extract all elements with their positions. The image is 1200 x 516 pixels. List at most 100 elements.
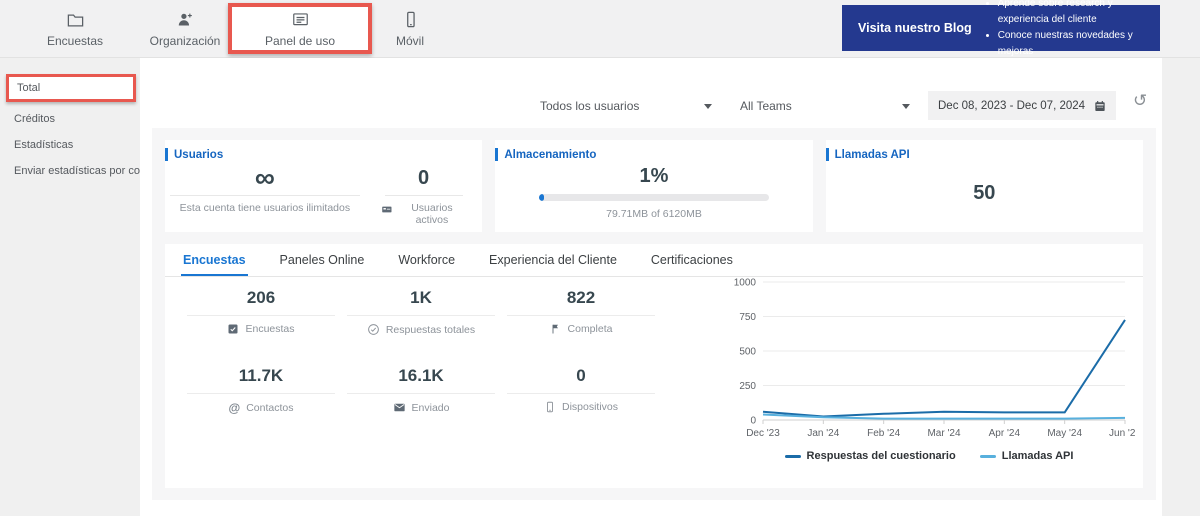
svg-text:500: 500 xyxy=(739,347,756,358)
svg-text:250: 250 xyxy=(739,381,756,392)
legend-item[interactable]: Llamadas API xyxy=(979,450,1074,462)
chevron-down-icon xyxy=(902,103,910,109)
title-accent-bar xyxy=(495,148,499,161)
card-usuarios: Usuarios ∞ Esta cuenta tiene usuarios il… xyxy=(165,140,483,232)
card-almacenamiento: Almacenamiento 1% 79.71MB of 6120MB xyxy=(495,140,813,232)
stat-enviado: 16.1K Enviado xyxy=(341,366,501,415)
nav-item-label: Organización xyxy=(149,33,221,48)
svg-text:750: 750 xyxy=(739,312,756,323)
nav-item-label: Panel de uso xyxy=(264,33,336,48)
smartphone-icon xyxy=(547,401,553,413)
folder-icon xyxy=(67,14,83,26)
stat-respuestas-totales: 1K Respuestas totales xyxy=(341,288,501,336)
svg-text:May '24: May '24 xyxy=(1047,428,1082,439)
active-users-value: 0 xyxy=(418,167,430,189)
user-filter-dropdown[interactable]: Todos los usuarios xyxy=(540,95,712,117)
sidebar-item-creditos[interactable]: Créditos xyxy=(0,106,140,132)
sidebar: Total Créditos Estadísticas Enviar estad… xyxy=(0,58,160,516)
person-add-icon xyxy=(178,13,192,25)
divider xyxy=(384,195,463,196)
divider xyxy=(347,315,495,316)
right-margin xyxy=(1162,58,1200,516)
svg-text:Feb '24: Feb '24 xyxy=(867,428,900,439)
legend-label: Respuestas del cuestionario xyxy=(806,450,956,462)
card-usuarios-title: Usuarios xyxy=(165,148,223,161)
nav-item-label: Encuestas xyxy=(46,33,104,48)
svg-text:Jun '24: Jun '24 xyxy=(1109,428,1135,439)
legend-swatch xyxy=(979,454,996,458)
nav-item-organizacion[interactable]: Organización xyxy=(130,1,240,56)
stat-contactos: 11.7K @ Contactos xyxy=(181,366,341,415)
reset-filters-icon[interactable]: ↺ xyxy=(1133,91,1147,111)
sidebar-item-label: Total xyxy=(17,82,41,94)
sidebar-item-total[interactable]: Total xyxy=(6,74,136,102)
usage-panel: Usuarios ∞ Esta cuenta tiene usuarios il… xyxy=(152,128,1156,500)
legend-swatch xyxy=(784,454,801,458)
divider xyxy=(187,393,335,394)
storage-progress-bar xyxy=(538,194,769,201)
divider xyxy=(507,315,655,316)
sidebar-item-label: Estadísticas xyxy=(14,139,74,151)
storage-caption: 79.71MB of 6120MB xyxy=(606,208,702,220)
unlimited-users-caption: Esta cuenta tiene usuarios ilimitados xyxy=(179,202,351,215)
blog-banner[interactable]: Visita nuestro Blog Aprende sobre resear… xyxy=(842,0,1160,57)
blog-banner-bullets: Aprende sobre research y experiencia del… xyxy=(982,0,1152,60)
chevron-down-icon xyxy=(704,103,712,109)
card-almacenamiento-title: Almacenamiento xyxy=(495,148,596,161)
tab-experiencia-del-cliente[interactable]: Experiencia del Cliente xyxy=(487,244,619,276)
envelope-icon xyxy=(393,403,405,412)
stat-encuestas: 206 Encuestas xyxy=(181,288,341,336)
tab-certificaciones[interactable]: Certificaciones xyxy=(649,244,735,276)
summary-cards: Usuarios ∞ Esta cuenta tiene usuarios il… xyxy=(165,140,1143,232)
sidebar-item-enviar-estadisticas[interactable]: Enviar estadísticas por correo xyxy=(0,158,160,184)
user-filter-value: Todos los usuarios xyxy=(540,99,640,113)
legend-label: Llamadas API xyxy=(1001,450,1074,462)
tab-workforce[interactable]: Workforce xyxy=(396,244,457,276)
svg-text:Apr '24: Apr '24 xyxy=(989,428,1021,439)
tab-paneles-online[interactable]: Paneles Online xyxy=(278,244,367,276)
stats-grid: 206 Encuestas 1K Respuestas totales 822 … xyxy=(181,288,661,415)
nav-item-movil[interactable]: Móvil xyxy=(350,1,470,56)
svg-text:Dec '23: Dec '23 xyxy=(746,428,780,439)
date-range-picker[interactable]: Dec 08, 2023 - Dec 07, 2024 xyxy=(928,91,1116,120)
svg-text:Jan '24: Jan '24 xyxy=(807,428,839,439)
title-accent-bar xyxy=(165,148,168,161)
divider xyxy=(187,315,335,316)
active-users-caption: Usuarios activos xyxy=(411,202,453,226)
stat-completa: 822 Completa xyxy=(501,288,661,336)
stat-dispositivos: 0 Dispositivos xyxy=(501,366,661,415)
blog-banner-bullet: Aprende sobre research y experiencia del… xyxy=(998,0,1152,28)
nav-item-encuestas[interactable]: Encuestas xyxy=(15,1,135,56)
chart-legend: Respuestas del cuestionario Llamadas API xyxy=(723,450,1135,462)
usage-panel-icon xyxy=(292,12,308,25)
sidebar-item-label: Créditos xyxy=(14,113,55,125)
divider xyxy=(169,195,360,197)
unlimited-users-value: ∞ xyxy=(254,162,275,193)
usage-chart: 0 250 500 750 1000 Dec '23 Jan '24 Feb '24 Mar '… xyxy=(734,278,1135,440)
blog-banner-title: Visita nuestro Blog xyxy=(858,21,972,35)
team-filter-value: All Teams xyxy=(740,99,792,113)
top-nav: Encuestas Organización Panel de uso Móvi… xyxy=(0,0,1200,58)
svg-text:0: 0 xyxy=(750,416,756,427)
divider xyxy=(507,393,655,394)
date-range-value: Dec 08, 2023 - Dec 07, 2024 xyxy=(938,99,1086,112)
mobile-icon xyxy=(406,11,415,27)
legend-item[interactable]: Respuestas del cuestionario xyxy=(784,450,956,462)
card-llamadas-api: Llamadas API 50 xyxy=(825,140,1143,232)
check-circle-icon xyxy=(367,324,379,335)
storage-percent: 1% xyxy=(639,165,669,187)
team-filter-dropdown[interactable]: All Teams xyxy=(740,95,910,117)
blog-banner-bullet: Conoce nuestras novedades y mejoras xyxy=(998,28,1152,60)
checkbox-icon xyxy=(228,324,238,334)
storage-progress-fill xyxy=(538,194,544,201)
sidebar-item-label: Enviar estadísticas por correo xyxy=(14,165,160,177)
divider xyxy=(347,393,495,394)
flag-icon xyxy=(552,324,558,334)
svg-text:Mar '24: Mar '24 xyxy=(927,428,960,439)
tab-encuestas[interactable]: Encuestas xyxy=(181,244,248,276)
main-content: Todos los usuarios All Teams Dec 08, 202… xyxy=(140,58,1162,516)
svg-text:1000: 1000 xyxy=(734,278,757,289)
sidebar-item-estadisticas[interactable]: Estadísticas xyxy=(0,132,140,158)
nav-item-label: Móvil xyxy=(395,33,424,48)
at-sign-icon: @ xyxy=(228,401,241,415)
